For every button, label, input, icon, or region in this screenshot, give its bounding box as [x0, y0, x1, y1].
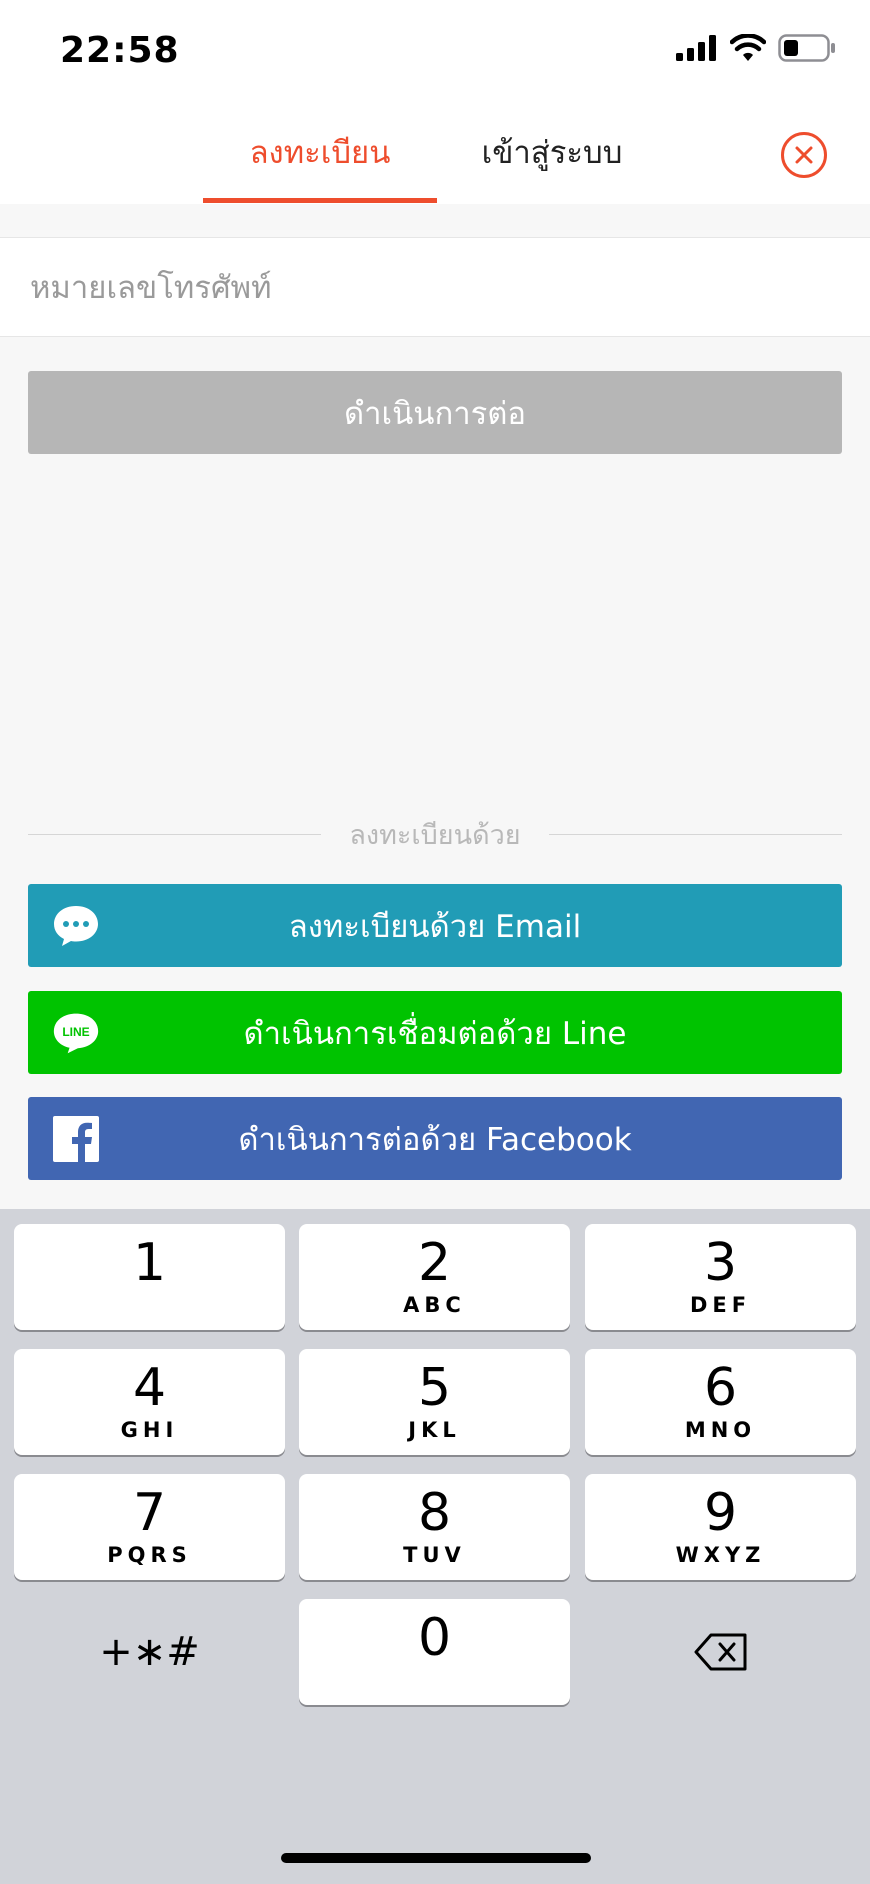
key-digit: 3	[703, 1233, 738, 1293]
svg-text:LINE: LINE	[62, 1025, 89, 1039]
backspace-icon	[694, 1633, 746, 1671]
line-logo-icon: LINE	[52, 1011, 100, 1055]
register-email-label: ลงทะเบียนด้วย Email	[288, 908, 582, 945]
key-4[interactable]: 4 GHI	[14, 1349, 285, 1455]
status-icons	[676, 34, 836, 62]
chat-bubble-icon	[52, 904, 100, 948]
register-email-button[interactable]: ลงทะเบียนด้วย Email	[28, 884, 842, 967]
key-digit: 8	[417, 1483, 452, 1543]
key-2[interactable]: 2 ABC	[299, 1224, 570, 1330]
battery-icon	[778, 34, 835, 62]
key-digit: 2	[417, 1233, 452, 1293]
numeric-keypad: 1 2 ABC 3 DEF 4 GHI 5 JKL 6 MNO 7 PQRS 8…	[0, 1209, 870, 1884]
divider-label: ลงทะเบียนด้วย	[349, 819, 521, 851]
key-letters: PQRS	[107, 1543, 192, 1567]
key-8[interactable]: 8 TUV	[299, 1474, 570, 1580]
key-digit: 0	[417, 1608, 452, 1668]
key-digit: 6	[703, 1358, 738, 1418]
phone-number-input[interactable]	[28, 238, 832, 338]
key-letters: ABC	[403, 1293, 466, 1317]
key-letters: TUV	[403, 1543, 466, 1567]
key-letters: JKL	[408, 1418, 461, 1442]
home-indicator	[281, 1853, 591, 1863]
key-6[interactable]: 6 MNO	[585, 1349, 856, 1455]
phone-field-container	[0, 237, 870, 338]
divider-line-left	[28, 834, 321, 835]
key-digit: 7	[132, 1483, 167, 1543]
tab-login[interactable]: เข้าสู่ระบบ	[437, 100, 667, 204]
key-digit: 4	[132, 1358, 167, 1418]
delete-key[interactable]	[585, 1599, 856, 1705]
key-0[interactable]: 0	[299, 1599, 570, 1705]
key-letters: DEF	[689, 1293, 752, 1317]
continue-facebook-button[interactable]: ดำเนินการต่อด้วย Facebook	[28, 1097, 842, 1180]
key-3[interactable]: 3 DEF	[585, 1224, 856, 1330]
key-digit: 9	[703, 1483, 738, 1543]
connect-line-label: ดำเนินการเชื่อมต่อด้วย Line	[243, 1015, 627, 1052]
divider-line-right	[549, 834, 842, 835]
key-7[interactable]: 7 PQRS	[14, 1474, 285, 1580]
wifi-icon	[730, 34, 766, 61]
header: ลงทะเบียน เข้าสู่ระบบ	[0, 100, 870, 204]
key-letters: GHI	[120, 1418, 179, 1442]
connect-line-button[interactable]: LINE ดำเนินการเชื่อมต่อด้วย Line	[28, 991, 842, 1074]
close-button[interactable]	[781, 132, 827, 178]
active-tab-indicator	[203, 198, 437, 203]
key-digit: 1	[132, 1233, 167, 1293]
register-with-divider: ลงทะเบียนด้วย	[28, 808, 842, 860]
symbols-key[interactable]: +∗#	[14, 1599, 285, 1705]
cellular-signal-icon	[676, 35, 716, 61]
continue-facebook-label: ดำเนินการต่อด้วย Facebook	[238, 1121, 632, 1158]
tab-register[interactable]: ลงทะเบียน	[203, 100, 437, 204]
continue-button[interactable]: ดำเนินการต่อ	[28, 371, 842, 454]
key-9[interactable]: 9 WXYZ	[585, 1474, 856, 1580]
key-letters: MNO	[684, 1418, 757, 1442]
facebook-logo-icon	[52, 1116, 100, 1162]
key-5[interactable]: 5 JKL	[299, 1349, 570, 1455]
key-letters: WXYZ	[675, 1543, 766, 1567]
status-time: 22:58	[60, 30, 180, 71]
close-icon	[795, 146, 813, 164]
key-digit: 5	[417, 1358, 452, 1418]
key-1[interactable]: 1	[14, 1224, 285, 1330]
status-bar: 22:58	[0, 0, 870, 100]
